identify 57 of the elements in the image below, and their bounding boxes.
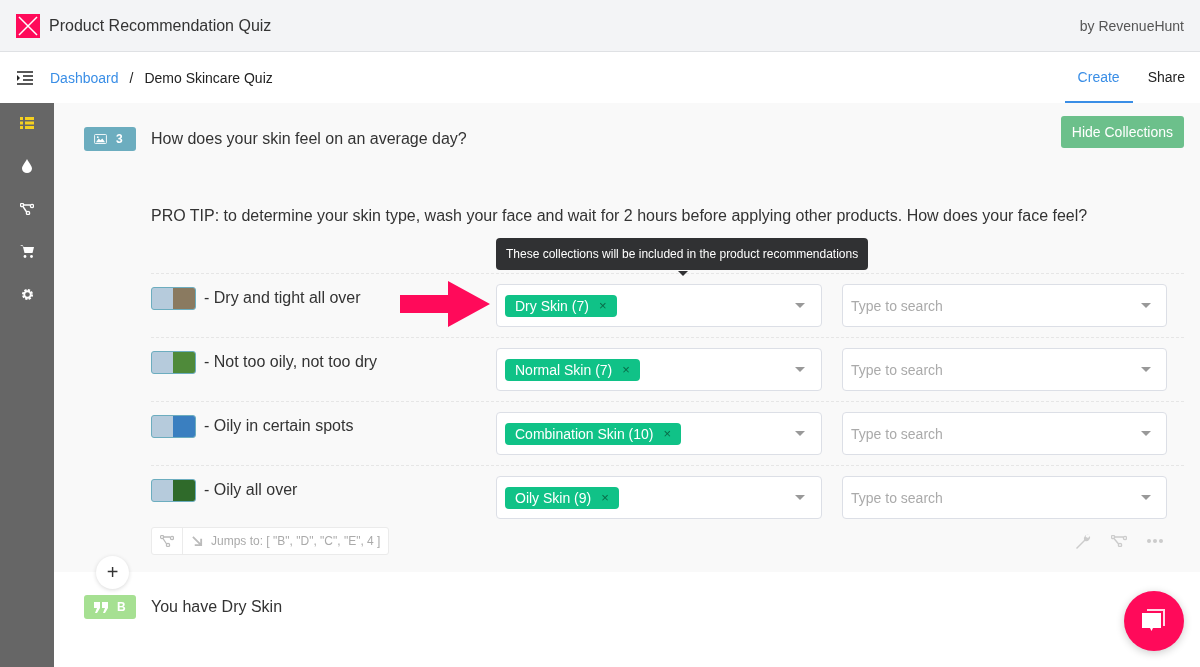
caret-icon: [795, 431, 805, 436]
caret-icon: [795, 367, 805, 372]
dashboard-link[interactable]: Dashboard: [50, 69, 119, 86]
search-field[interactable]: Type to search: [842, 476, 1167, 519]
result-text: You have Dry Skin: [151, 598, 283, 616]
hide-collections-button[interactable]: Hide Collections: [1060, 116, 1184, 148]
search-field[interactable]: Type to search: [842, 348, 1167, 391]
caret-icon: [1141, 367, 1151, 372]
breadcrumb-separator: /: [129, 69, 134, 86]
caret-icon: [795, 495, 805, 500]
question-text: How does your skin feel on an average day?: [151, 130, 467, 148]
quote-icon: [94, 601, 108, 613]
remove-tag-button[interactable]: ×: [598, 298, 607, 313]
result-letter: B: [117, 600, 126, 614]
logo-icon: [16, 13, 40, 38]
remove-tag-button[interactable]: ×: [663, 426, 672, 441]
image-toggle[interactable]: [151, 415, 196, 438]
remove-tag-button[interactable]: ×: [601, 490, 609, 505]
arrow-down-right-icon: [192, 535, 203, 547]
caret-icon: [1141, 303, 1151, 308]
caret-icon: [795, 303, 805, 308]
search-field[interactable]: Type to search: [842, 284, 1167, 327]
caret-icon: [1141, 495, 1151, 500]
menu-icon[interactable]: [17, 70, 33, 85]
tooltip-pointer: [678, 271, 688, 276]
image-toggle[interactable]: [151, 351, 196, 374]
answer-label: - Not too oily, not too dry: [204, 352, 378, 372]
breadcrumb-current: Demo Skincare Quiz: [144, 69, 273, 86]
collections-select[interactable]: Normal Skin (7) ×: [496, 348, 822, 391]
caret-icon: [1141, 431, 1151, 436]
collection-name: Oily Skin (9): [515, 489, 592, 506]
jumps-box[interactable]: Jumps to: [ "B", "D", "C", "E", 4 ]: [151, 527, 390, 555]
collections-select[interactable]: Dry Skin (7) ×: [496, 284, 822, 327]
byline: by RevenueHunt: [1079, 17, 1184, 34]
image-toggle[interactable]: [151, 479, 196, 502]
tooltip: These collections will be included in the product recommendations: [496, 238, 869, 270]
image-toggle[interactable]: [151, 287, 196, 310]
jumps-text: Jumps to: [ "B", "D", "C", "E", 4 ]: [211, 534, 382, 548]
collection-name: Normal Skin (7): [515, 361, 613, 378]
chat-button[interactable]: [1124, 591, 1184, 651]
pro-tip-text: PRO TIP: to determine your skin type, wash your face and wait for 2 hours before applying other products. How does your face feel?: [151, 207, 1089, 225]
remove-tag-button[interactable]: ×: [622, 362, 630, 377]
collection-name: Dry Skin (7): [515, 297, 589, 314]
answer-label: - Dry and tight all over: [204, 288, 361, 308]
arrow-icon: [400, 281, 490, 327]
collection-name: Combination Skin (10): [515, 425, 654, 442]
add-button[interactable]: +: [96, 556, 129, 589]
image-icon: [94, 134, 107, 144]
answer-label: - Oily all over: [204, 480, 298, 500]
search-field[interactable]: Type to search: [842, 412, 1167, 455]
branch-icon: [160, 535, 174, 547]
question-number: 3: [116, 132, 123, 146]
app-title: Product Recommendation Quiz: [49, 16, 272, 35]
tab[interactable]: Share: [1134, 52, 1198, 103]
collections-select[interactable]: Combination Skin (10) ×: [496, 412, 822, 455]
answer-label: - Oily in certain spots: [204, 416, 354, 436]
collections-select[interactable]: Oily Skin (9) ×: [496, 476, 822, 519]
